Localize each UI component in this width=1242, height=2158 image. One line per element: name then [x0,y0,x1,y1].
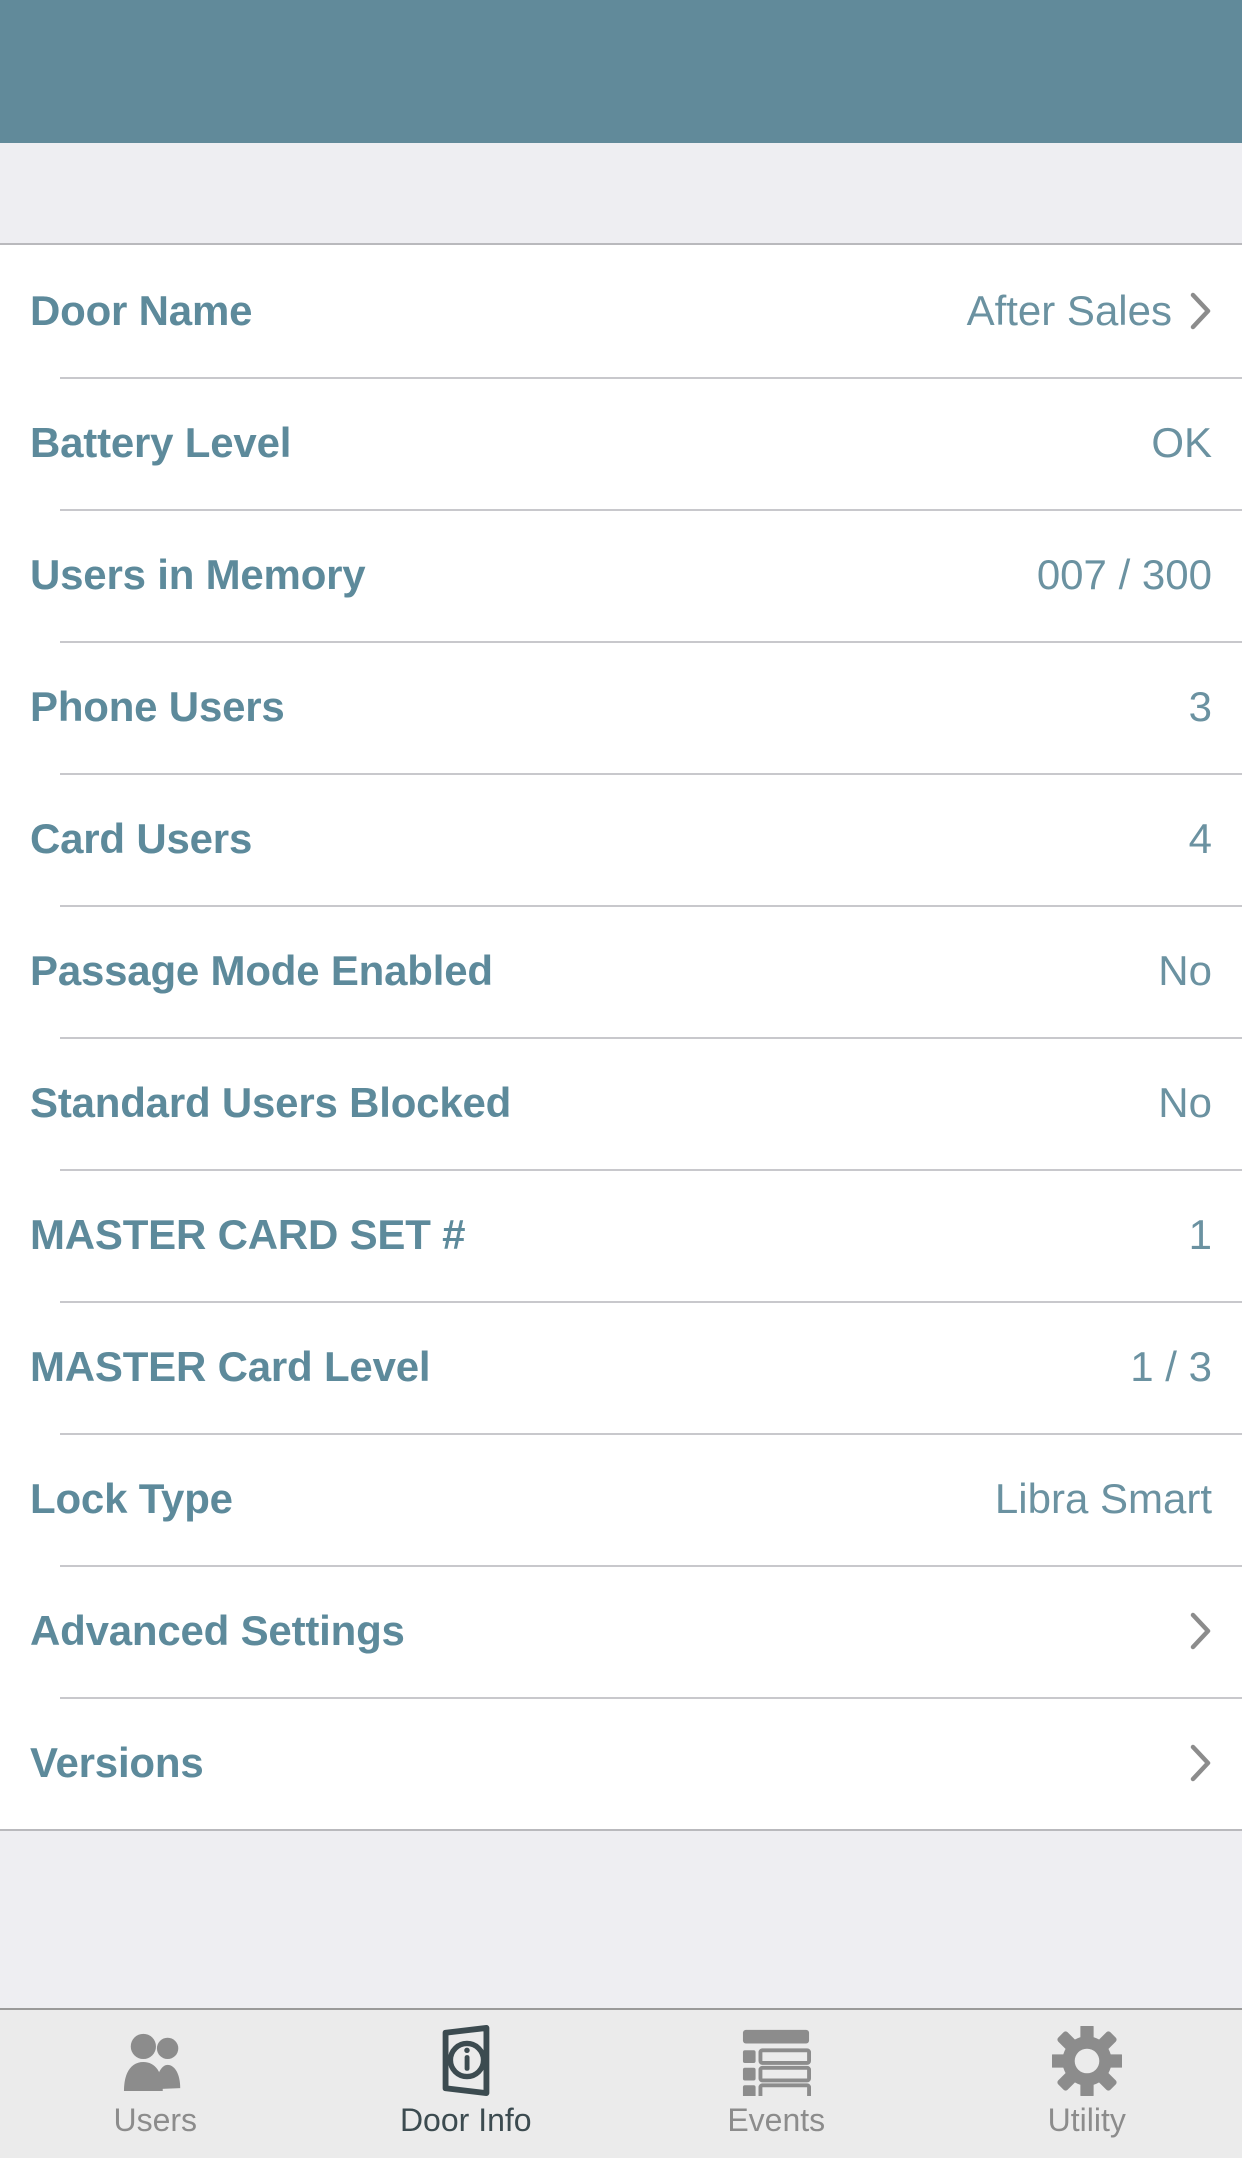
list-row: Users in Memory 007 / 300 [0,509,1242,641]
row-label: Phone Users [30,683,285,730]
tab-events[interactable]: Events [621,2010,932,2158]
list-row: Card Users 4 [0,773,1242,905]
tab-label: Events [727,2102,826,2138]
row-value-group: After Sales [967,287,1212,335]
tab-users[interactable]: Users [0,2010,311,2158]
row-value-group: Libra Smart [995,1475,1212,1523]
list-bottom-filler [0,1829,1242,2008]
row-value: No [1158,1079,1212,1126]
row-value: No [1158,947,1212,994]
row-value: 3 [1188,683,1212,730]
door-info-group: Door Name After Sales Battery Level OK Users… [0,245,1242,1829]
tab-utility[interactable]: Utility [932,2010,1242,2158]
row-value-group [1190,1612,1212,1650]
row-label: Battery Level [30,419,292,466]
row-value-group: No [1158,1079,1212,1127]
row-value-group: No [1158,947,1212,995]
row-label: Passage Mode Enabled [30,947,493,994]
list-row[interactable]: Advanced Settings [0,1565,1242,1697]
door-info-list: Door Name After Sales Battery Level OK Users… [0,245,1242,2008]
row-label: Advanced Settings [30,1607,405,1654]
row-label: MASTER Card Level [30,1343,431,1390]
chevron-right-icon [1190,1744,1212,1782]
row-label: Door Name [30,287,253,334]
row-label: Lock Type [30,1475,233,1522]
row-value-group: OK [1151,419,1212,467]
bottom-tab-bar: Users Door Info Events Utility [0,2008,1242,2158]
list-row: Lock Type Libra Smart [0,1433,1242,1565]
row-label: Card Users [30,815,253,862]
row-value-group: 4 [1189,815,1212,863]
row-value-group: 1 [1189,1211,1212,1259]
tab-label: Utility [1047,2102,1126,2138]
status-bar [0,0,1242,143]
row-value-group: 1 / 3 [1130,1343,1212,1391]
list-row: Standard Users Blocked No [0,1037,1242,1169]
list-row[interactable]: Versions [0,1697,1242,1829]
row-label: Users in Memory [30,551,366,598]
row-value-group: 007 / 300 [1037,551,1212,599]
row-value: OK [1151,419,1212,466]
chevron-right-icon [1190,1612,1212,1650]
row-value: 4 [1188,815,1212,862]
door-info-icon [429,2025,503,2097]
row-label: Versions [30,1739,204,1786]
list-row: Passage Mode Enabled No [0,905,1242,1037]
door-info-screen: Door Name After Sales Battery Level OK Users… [0,0,1242,2158]
row-value-group: 3 [1189,683,1212,731]
list-row[interactable]: Door Name After Sales [0,245,1242,377]
list-row: Phone Users 3 [0,641,1242,773]
tab-label: Users [113,2102,198,2138]
list-top-spacer [0,143,1242,245]
list-row: Battery Level OK [0,377,1242,509]
tab-label: Door Info [399,2102,532,2138]
gear-icon [1050,2026,1124,2096]
row-value: 007 / 300 [1036,551,1212,598]
chevron-right-icon [1190,292,1212,330]
events-list-icon [739,2026,813,2096]
row-label: Standard Users Blocked [30,1079,512,1126]
row-value-group [1190,1744,1212,1782]
row-value: After Sales [966,287,1172,334]
users-icon [118,2026,192,2096]
tab-door-info[interactable]: Door Info [311,2010,622,2158]
list-row: MASTER Card Level 1 / 3 [0,1301,1242,1433]
row-label: MASTER CARD SET # [30,1211,466,1258]
row-value: 1 / 3 [1130,1343,1212,1390]
list-row: MASTER CARD SET # 1 [0,1169,1242,1301]
row-value: Libra Smart [994,1475,1212,1522]
row-value: 1 [1188,1211,1212,1258]
